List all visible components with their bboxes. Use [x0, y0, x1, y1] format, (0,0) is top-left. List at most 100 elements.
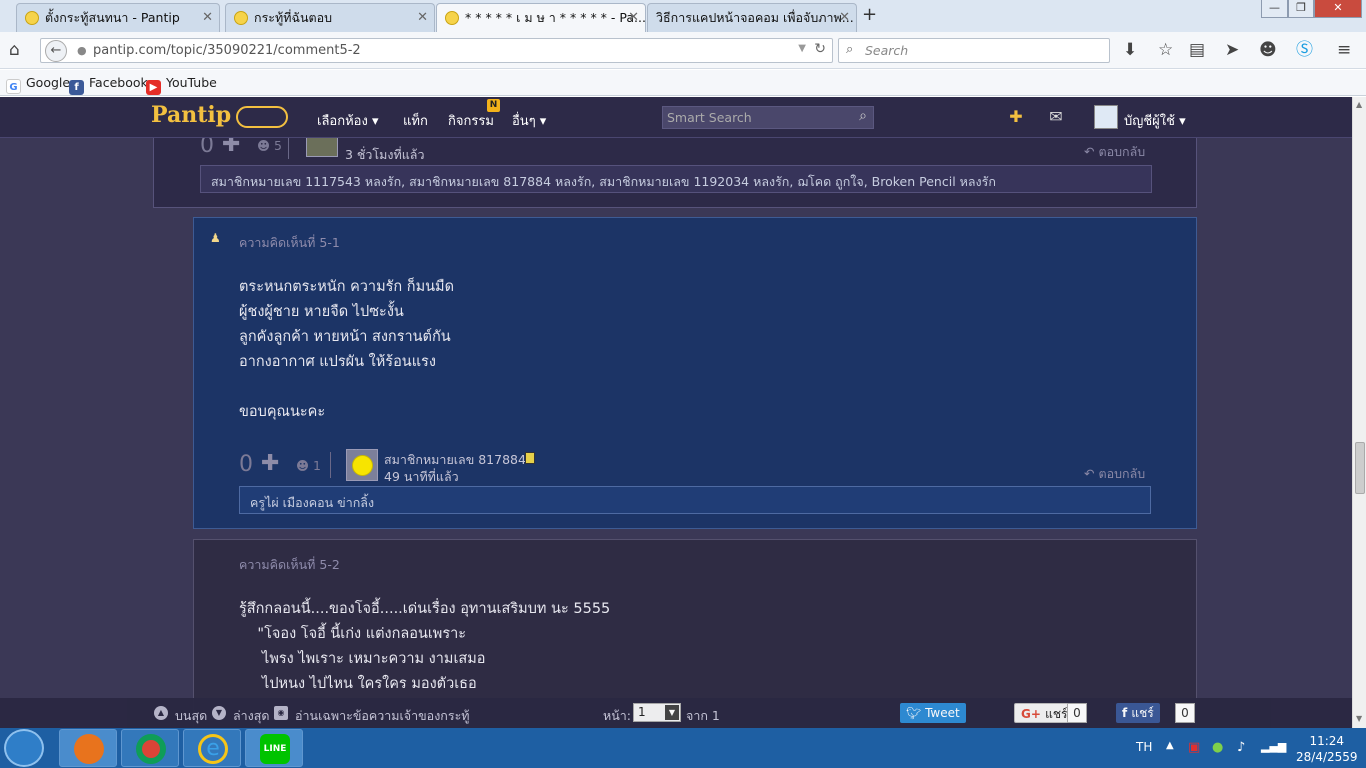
system-clock[interactable]: 11:24 28/4/2559	[1296, 733, 1358, 765]
search-icon[interactable]: ⌕	[859, 108, 867, 124]
home-icon[interactable]: ⌂	[9, 40, 20, 60]
owner-user-icon: ♟	[210, 231, 221, 245]
emotion-icon: ☻	[257, 138, 271, 153]
windows-taskbar: e LINE TH ▲ ▣ ● ♪ ▂▄▆ 11:24 28/4/2559	[0, 728, 1366, 768]
avatar[interactable]	[346, 449, 378, 481]
bookmark-star-icon[interactable]: ☆	[1158, 40, 1173, 60]
google-icon: G	[6, 79, 21, 94]
up-arrow-icon[interactable]: ▲	[154, 706, 168, 720]
owner-filter-icon[interactable]: ◉	[274, 706, 288, 720]
emotion-count[interactable]: ☻ 1	[296, 458, 321, 473]
comment-label[interactable]: ความคิดเห็นที่ 5-1	[239, 233, 340, 253]
signal-icon[interactable]: ▂▄▆	[1261, 740, 1286, 753]
new-badge: N	[487, 99, 500, 112]
volume-icon[interactable]: ♪	[1237, 740, 1245, 755]
mail-icon[interactable]: ✉	[1045, 106, 1067, 128]
new-topic-chat-icon[interactable]: ✚	[1005, 106, 1027, 128]
nav-tags[interactable]: แท็ก	[403, 110, 428, 131]
url-text[interactable]: pantip.com/topic/35090221/comment5-2	[93, 43, 361, 58]
skype-icon[interactable]: Ⓢ	[1296, 40, 1313, 60]
page-total: จาก 1	[686, 708, 720, 723]
emotion-icon: ☻	[296, 458, 310, 473]
go-bottom-link[interactable]: ล่างสุด	[233, 706, 270, 726]
emotion-count[interactable]: ☻ 5	[257, 138, 282, 153]
page-label: หน้า:	[603, 708, 632, 723]
start-button[interactable]	[4, 729, 44, 767]
minimize-window-button[interactable]: —	[1261, 0, 1288, 18]
bookmark-facebook[interactable]: f Facebook	[69, 75, 148, 95]
comment-box: ♟ ความคิดเห็นที่ 5-1 ตระหนกตระหนัก ความร…	[193, 217, 1197, 529]
send-icon[interactable]: ➤	[1225, 40, 1239, 60]
down-arrow-icon[interactable]: ▼	[212, 706, 226, 720]
browser-tab[interactable]: วิธีการแคปหน้าจอคอม เพื่อจับภาพ... ✕	[647, 3, 857, 32]
vote-plus-icon[interactable]: ✚	[261, 451, 279, 476]
browser-tab-active[interactable]: * * * * * เ ม ษ า * * * * * - Pa... ✕	[436, 3, 646, 32]
pantip-favicon-icon	[445, 11, 459, 25]
facebook-icon: f	[1122, 706, 1132, 720]
close-window-button[interactable]: ✕	[1314, 0, 1362, 18]
google-plus-icon: G+	[1021, 707, 1046, 721]
taskbar-line[interactable]: LINE	[245, 729, 303, 767]
reply-link[interactable]: ↶ ตอบกลับ	[1084, 464, 1145, 484]
tray-expand-icon[interactable]: ▲	[1166, 740, 1174, 751]
account-menu[interactable]: บัญชีผู้ใช้ ▾	[1124, 110, 1186, 131]
close-tab-icon[interactable]: ✕	[202, 4, 213, 31]
close-tab-icon[interactable]: ✕	[628, 4, 639, 31]
likes-list: สมาชิกหมายเลข 1117543 หลงรัก, สมาชิกหมาย…	[200, 165, 1152, 193]
nav-more[interactable]: อื่นๆ ▾	[512, 110, 546, 131]
back-arrow-icon[interactable]: ←	[45, 40, 67, 62]
go-top-link[interactable]: บนสุด	[175, 706, 207, 726]
security-tray-icon[interactable]: ▣	[1188, 740, 1200, 755]
reading-list-icon[interactable]: ▤	[1189, 40, 1205, 60]
navigation-toolbar: ⌂ ← ● pantip.com/topic/35090221/comment5…	[0, 32, 1366, 69]
facebook-share-count: 0	[1175, 703, 1195, 723]
page-content: Pantip เลือกห้อง ▾ แท็ก กิจกรรม N อื่นๆ …	[0, 97, 1352, 728]
scroll-down-icon[interactable]: ▼	[1356, 714, 1362, 723]
close-tab-icon[interactable]: ✕	[417, 4, 428, 31]
language-indicator[interactable]: TH	[1136, 740, 1152, 754]
nav-select-room[interactable]: เลือกห้อง ▾	[317, 110, 378, 131]
facebook-share-button[interactable]: f แชร์	[1116, 703, 1160, 723]
new-tab-icon[interactable]: +	[862, 4, 877, 25]
bookmark-google[interactable]: G Google	[6, 75, 70, 94]
youtube-icon: ▶	[146, 80, 161, 95]
member-badge-icon	[525, 452, 535, 464]
user-avatar[interactable]	[1094, 105, 1118, 129]
reply-link[interactable]: ↶ ตอบกลับ	[1084, 142, 1145, 162]
page-scrollbar[interactable]: ▲ ▼	[1352, 97, 1366, 728]
menu-icon[interactable]: ≡	[1337, 40, 1351, 60]
bookmarks-bar: G Google f Facebook ▶ YouTube	[0, 70, 1366, 96]
scrollbar-thumb[interactable]	[1355, 442, 1365, 494]
bookmark-youtube[interactable]: ▶ YouTube	[146, 75, 217, 95]
url-dropdown-icon[interactable]: ▼	[798, 43, 806, 54]
comment-text: รู้สึกกลอนนี้....ของโจอี้.....เด่นเรื่อง…	[239, 601, 611, 692]
owner-only-link[interactable]: อ่านเฉพาะข้อความเจ้าของกระทู้	[295, 706, 470, 726]
scroll-up-icon[interactable]: ▲	[1356, 100, 1362, 109]
gplus-share-count: 0	[1067, 703, 1087, 723]
maximize-window-button[interactable]: ❐	[1288, 0, 1314, 18]
reply-icon: ↶	[1084, 144, 1099, 159]
network-status-icon[interactable]: ●	[1212, 740, 1223, 755]
chat-icon[interactable]: ☻	[1259, 40, 1277, 60]
browser-tab[interactable]: กระทู้ที่ฉันตอบ ✕	[225, 3, 435, 32]
site-info-icon[interactable]: ●	[77, 44, 87, 57]
smart-search-input[interactable]: Smart Search ⌕	[662, 106, 874, 129]
comment-label[interactable]: ความคิดเห็นที่ 5-2	[239, 555, 340, 575]
gplus-share-button[interactable]: G+ แชร์	[1014, 703, 1075, 723]
browser-tab[interactable]: ตั้งกระทู้สนทนา - Pantip ✕	[16, 3, 220, 32]
nav-activities[interactable]: กิจกรรม	[448, 110, 494, 131]
taskbar-firefox[interactable]	[59, 729, 117, 767]
pantip-logo[interactable]: Pantip	[151, 102, 231, 128]
search-input[interactable]: ⌕ Search	[838, 38, 1110, 63]
likes-list: ครูไผ่ เมืองคอน ข่ากลิ้ง	[239, 486, 1151, 514]
chevron-down-icon: ▼	[665, 705, 679, 720]
taskbar-chrome[interactable]	[121, 729, 179, 767]
download-icon[interactable]: ⬇	[1123, 40, 1137, 60]
page-select[interactable]: 1 ▼	[633, 703, 681, 722]
taskbar-ie[interactable]: e	[183, 729, 241, 767]
tweet-button[interactable]: 🐦︎ Tweet	[900, 703, 966, 723]
reload-icon[interactable]: ↻	[814, 41, 826, 57]
chrome-icon	[136, 734, 166, 764]
close-tab-icon[interactable]: ✕	[839, 4, 850, 31]
address-bar[interactable]: ← ● pantip.com/topic/35090221/comment5-2…	[40, 38, 833, 63]
